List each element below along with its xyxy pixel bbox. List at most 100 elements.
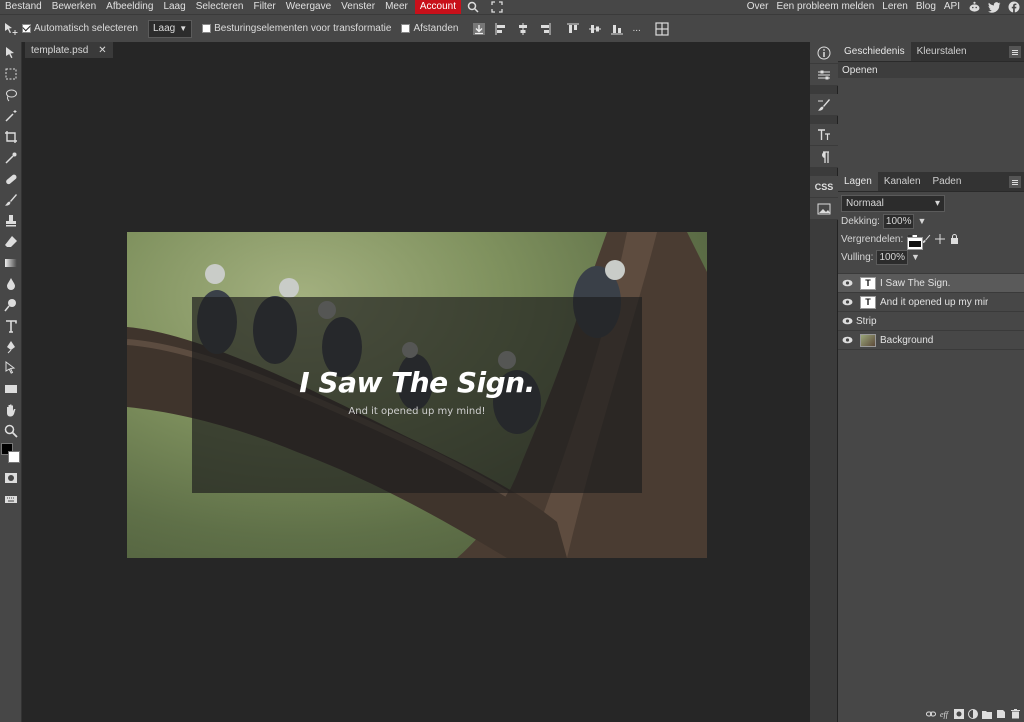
- dodge-tool[interactable]: [0, 294, 22, 315]
- download-icon[interactable]: [470, 20, 488, 38]
- layer-row[interactable]: T And it opened up my mir: [838, 293, 1024, 312]
- menu-api[interactable]: API: [940, 0, 964, 14]
- document-tab[interactable]: template.psd ✕: [25, 42, 113, 58]
- canvas-subtitle-text[interactable]: And it opened up my mind!: [127, 406, 707, 417]
- blend-mode-select[interactable]: Normaal ▾: [841, 195, 945, 212]
- menu-filter[interactable]: Filter: [249, 0, 281, 14]
- menu-meer[interactable]: Meer: [380, 0, 413, 14]
- marquee-tool[interactable]: [0, 63, 22, 84]
- menu-bestand[interactable]: Bestand: [0, 0, 47, 14]
- auto-select-checkbox[interactable]: [22, 24, 31, 33]
- magic-wand-tool[interactable]: [0, 105, 22, 126]
- quick-mask-tool[interactable]: [0, 467, 22, 488]
- fill-input[interactable]: 100%: [876, 249, 909, 265]
- canvas-title-text[interactable]: I Saw The Sign.: [127, 366, 707, 399]
- more-options[interactable]: ...: [632, 23, 640, 34]
- brush-settings-icon[interactable]: [810, 94, 838, 116]
- gradient-tool[interactable]: [0, 252, 22, 273]
- align-center-h-icon[interactable]: [514, 20, 532, 38]
- auto-select-group[interactable]: Automatisch selecteren: [22, 23, 138, 34]
- twitter-icon[interactable]: [987, 1, 1001, 13]
- menu-weergave[interactable]: Weergave: [281, 0, 336, 14]
- align-top-icon[interactable]: [564, 20, 582, 38]
- link-icon[interactable]: [926, 709, 936, 719]
- folder-icon[interactable]: [982, 709, 992, 719]
- css-panel-button[interactable]: CSS: [810, 176, 838, 198]
- align-left-icon[interactable]: [492, 20, 510, 38]
- background-color[interactable]: [8, 451, 20, 463]
- menu-laag[interactable]: Laag: [158, 0, 190, 14]
- eyedropper-tool[interactable]: [0, 147, 22, 168]
- caret-down-icon[interactable]: ▼: [911, 252, 920, 262]
- brush-tool[interactable]: [0, 189, 22, 210]
- distances-checkbox[interactable]: [401, 24, 411, 33]
- lasso-tool[interactable]: [0, 84, 22, 105]
- color-swatches[interactable]: [0, 441, 22, 467]
- caret-down-icon[interactable]: ▼: [917, 216, 926, 226]
- lock-all-icon[interactable]: [949, 234, 959, 244]
- menu-bewerken[interactable]: Bewerken: [47, 0, 101, 14]
- blur-tool[interactable]: [0, 273, 22, 294]
- tab-history[interactable]: Geschiedenis: [838, 42, 911, 61]
- menu-selecteren[interactable]: Selecteren: [191, 0, 249, 14]
- lock-move-icon[interactable]: [935, 234, 946, 244]
- tab-swatches[interactable]: Kleurstalen: [911, 42, 973, 61]
- adjustments-icon[interactable]: [810, 64, 838, 86]
- keyboard-tool[interactable]: [0, 488, 22, 509]
- canvas[interactable]: I Saw The Sign. And it opened up my mind…: [127, 232, 707, 558]
- transform-controls-checkbox[interactable]: [202, 24, 212, 33]
- menu-afbeelding[interactable]: Afbeelding: [101, 0, 158, 14]
- effects-icon[interactable]: eff: [940, 709, 950, 719]
- transform-controls-group[interactable]: Besturingselementen voor transformatie: [202, 23, 391, 34]
- menu-report-problem[interactable]: Een probleem melden: [772, 0, 878, 14]
- adjustment-layer-icon[interactable]: [968, 709, 978, 719]
- layer-row[interactable]: Strip: [838, 237, 1024, 331]
- facebook-icon[interactable]: [1007, 1, 1021, 13]
- eye-icon[interactable]: [838, 331, 856, 350]
- history-item[interactable]: Openen: [838, 62, 1024, 78]
- align-middle-v-icon[interactable]: [586, 20, 604, 38]
- eye-icon[interactable]: [838, 274, 856, 293]
- hand-tool[interactable]: [0, 399, 22, 420]
- menu-over[interactable]: Over: [743, 0, 773, 14]
- mask-icon[interactable]: [954, 709, 964, 719]
- tab-layers[interactable]: Lagen: [838, 172, 878, 191]
- layer-row[interactable]: T I Saw The Sign.: [838, 274, 1024, 293]
- crop-tool[interactable]: [0, 126, 22, 147]
- layer-row[interactable]: Background: [838, 331, 1024, 350]
- distances-group[interactable]: Afstanden: [401, 23, 458, 34]
- zoom-tool[interactable]: [0, 420, 22, 441]
- panel-menu-icon[interactable]: [1009, 176, 1021, 188]
- trash-icon[interactable]: [1010, 709, 1020, 719]
- opacity-input[interactable]: 100%: [882, 213, 915, 229]
- align-right-icon[interactable]: [536, 20, 554, 38]
- align-bottom-icon[interactable]: [608, 20, 626, 38]
- move-tool[interactable]: [0, 42, 22, 63]
- menu-blog[interactable]: Blog: [912, 0, 940, 14]
- tab-paths[interactable]: Paden: [927, 172, 968, 191]
- search-icon[interactable]: [467, 1, 479, 13]
- grid-icon[interactable]: [653, 20, 671, 38]
- pen-tool[interactable]: [0, 336, 22, 357]
- stamp-tool[interactable]: [0, 210, 22, 231]
- eye-icon[interactable]: [838, 312, 856, 331]
- character-icon[interactable]: [810, 124, 838, 146]
- close-icon[interactable]: ✕: [98, 45, 106, 56]
- shape-tool[interactable]: [0, 378, 22, 399]
- info-icon[interactable]: [810, 42, 838, 64]
- type-tool[interactable]: [0, 315, 22, 336]
- move-tool-icon[interactable]: [2, 20, 20, 38]
- eraser-tool[interactable]: [0, 231, 22, 252]
- healing-tool[interactable]: [0, 168, 22, 189]
- target-select[interactable]: Laag ▼: [147, 19, 193, 38]
- paragraph-icon[interactable]: [810, 146, 838, 168]
- fullscreen-icon[interactable]: [491, 1, 503, 13]
- tab-channels[interactable]: Kanalen: [878, 172, 927, 191]
- image-icon[interactable]: [810, 198, 838, 220]
- menu-leren[interactable]: Leren: [878, 0, 912, 14]
- account-button[interactable]: Account: [414, 0, 461, 14]
- panel-menu-icon[interactable]: [1009, 46, 1021, 58]
- new-layer-icon[interactable]: [996, 709, 1006, 719]
- menu-venster[interactable]: Venster: [336, 0, 380, 14]
- reddit-icon[interactable]: [967, 1, 981, 13]
